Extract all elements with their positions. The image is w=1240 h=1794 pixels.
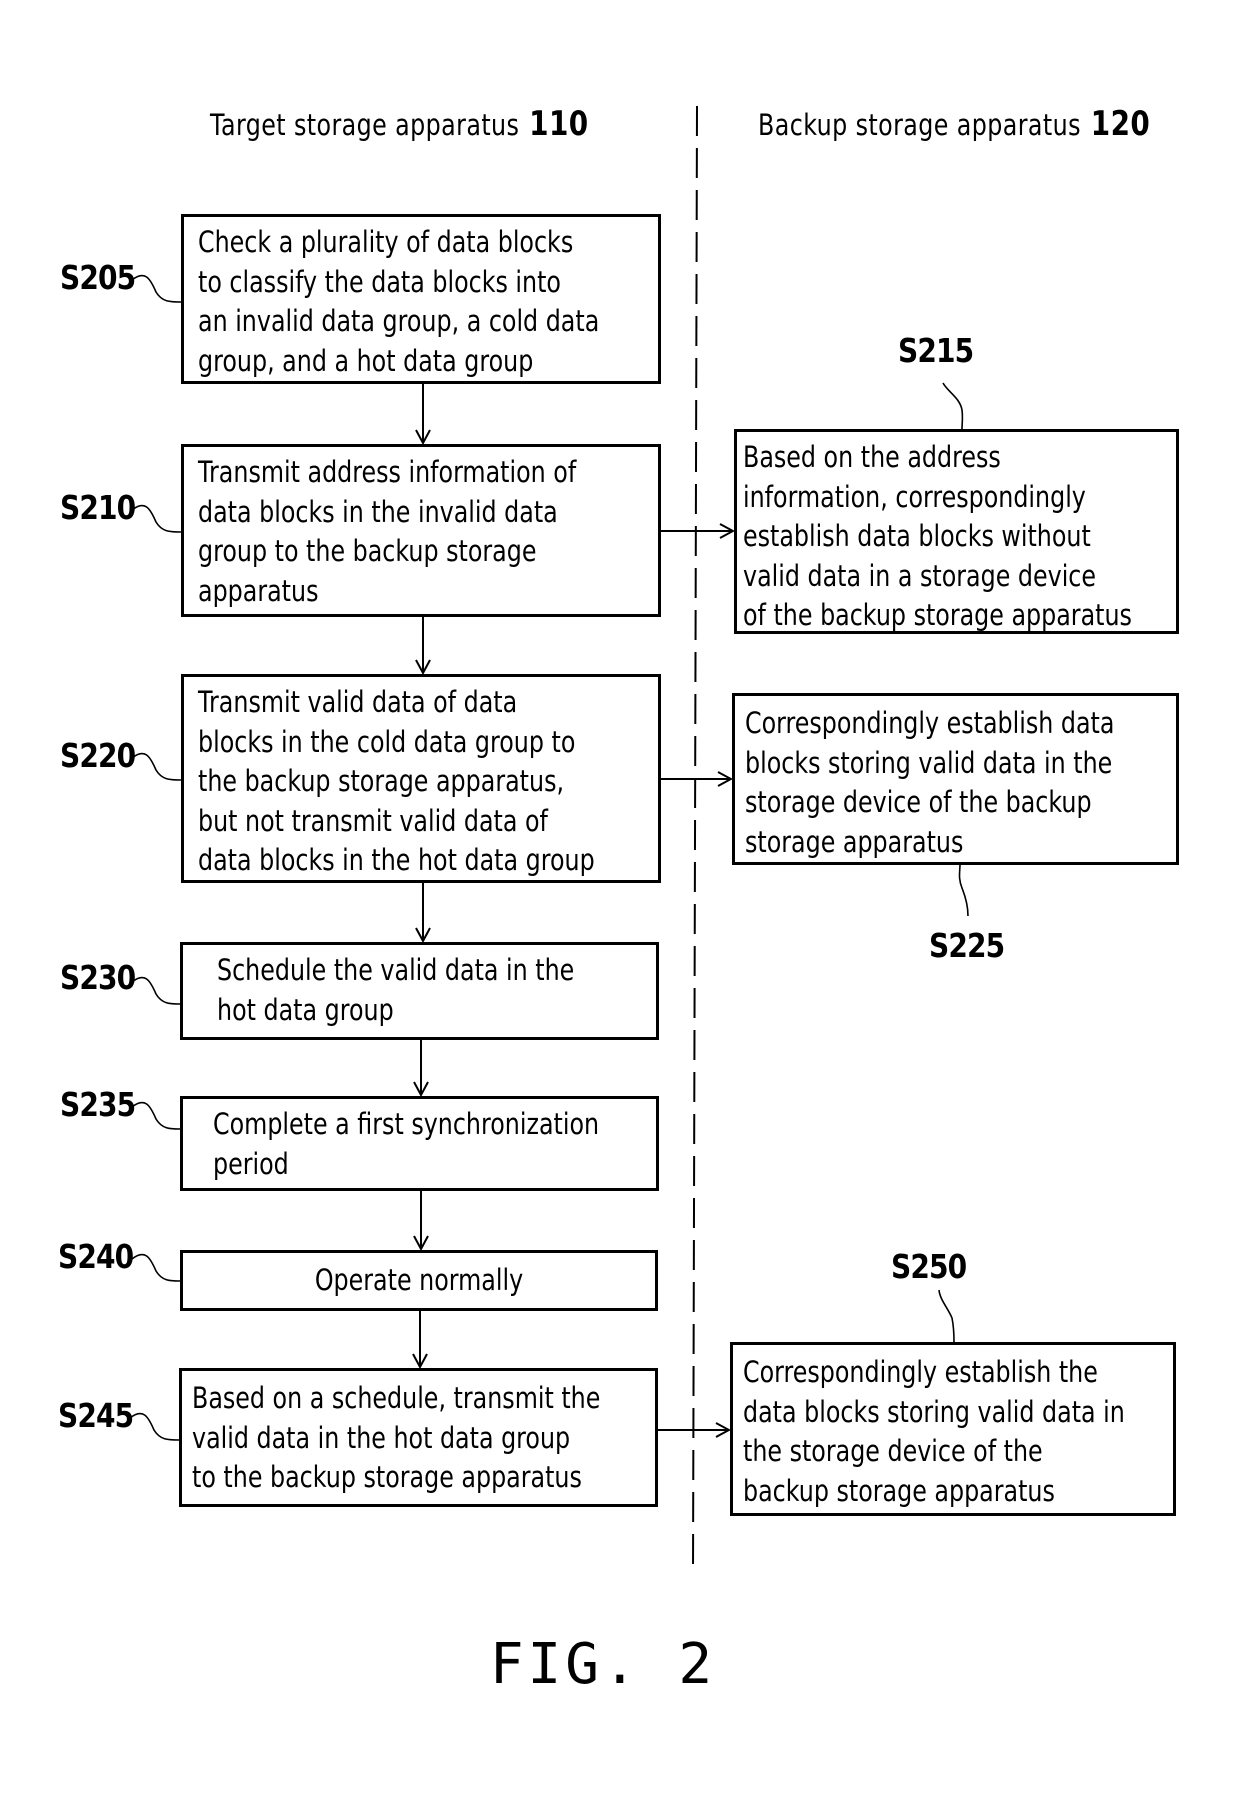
leader-s220 [131, 752, 182, 781]
step-box-s225: Correspondingly establish data blocks st… [732, 693, 1179, 865]
leader-s205 [131, 274, 182, 303]
step-label-s235: S235 [60, 1085, 136, 1124]
leader-s240 [131, 1253, 181, 1282]
step-label-s230: S230 [60, 958, 136, 997]
step-text: Transmit address information of data blo… [198, 455, 577, 608]
step-box-s220: Transmit valid data of data blocks in th… [181, 674, 661, 883]
step-box-s210: Transmit address information of data blo… [181, 444, 661, 617]
step-label-s220: S220 [60, 736, 136, 775]
step-label-s250: S250 [891, 1247, 967, 1286]
step-text: Operate normally [314, 1263, 524, 1297]
step-box-s205: Check a plurality of data blocks to clas… [181, 214, 661, 384]
leader-s250 [938, 1289, 955, 1343]
step-text: Check a plurality of data blocks to clas… [198, 225, 600, 378]
step-box-s240: Operate normally [180, 1250, 658, 1311]
step-box-s245: Based on a schedule, transmit the valid … [179, 1368, 658, 1507]
leader-s230 [131, 976, 181, 1005]
leader-s210 [131, 504, 182, 533]
step-text: Correspondingly establish data blocks st… [745, 706, 1115, 859]
leader-s215 [942, 382, 964, 430]
step-label-s205: S205 [60, 258, 136, 297]
step-text: Based on the address information, corres… [743, 440, 1132, 632]
step-box-s215: Based on the address information, corres… [734, 429, 1179, 634]
figure-label: FIG. 2 [489, 1632, 717, 1697]
step-box-s230: Schedule the valid data in the hot data … [180, 942, 659, 1040]
step-text: Correspondingly establish the data block… [743, 1355, 1125, 1508]
step-box-s235: Complete a first synchronization period [180, 1096, 659, 1191]
step-box-s250: Correspondingly establish the data block… [730, 1342, 1176, 1516]
step-label-s215: S215 [898, 331, 974, 370]
step-text: Schedule the valid data in the hot data … [217, 953, 575, 1027]
leader-s245 [129, 1412, 180, 1441]
leader-s225 [958, 863, 969, 917]
step-label-s240: S240 [58, 1237, 134, 1276]
step-text: Based on a schedule, transmit the valid … [192, 1381, 601, 1494]
step-label-s210: S210 [60, 488, 136, 527]
swimlane-divider [692, 105, 698, 1576]
step-label-s245: S245 [58, 1396, 134, 1435]
step-text: Complete a first synchronization period [213, 1107, 600, 1181]
step-text: Transmit valid data of data blocks in th… [198, 685, 595, 877]
leader-s235 [131, 1101, 181, 1130]
step-label-s225: S225 [929, 926, 1005, 965]
